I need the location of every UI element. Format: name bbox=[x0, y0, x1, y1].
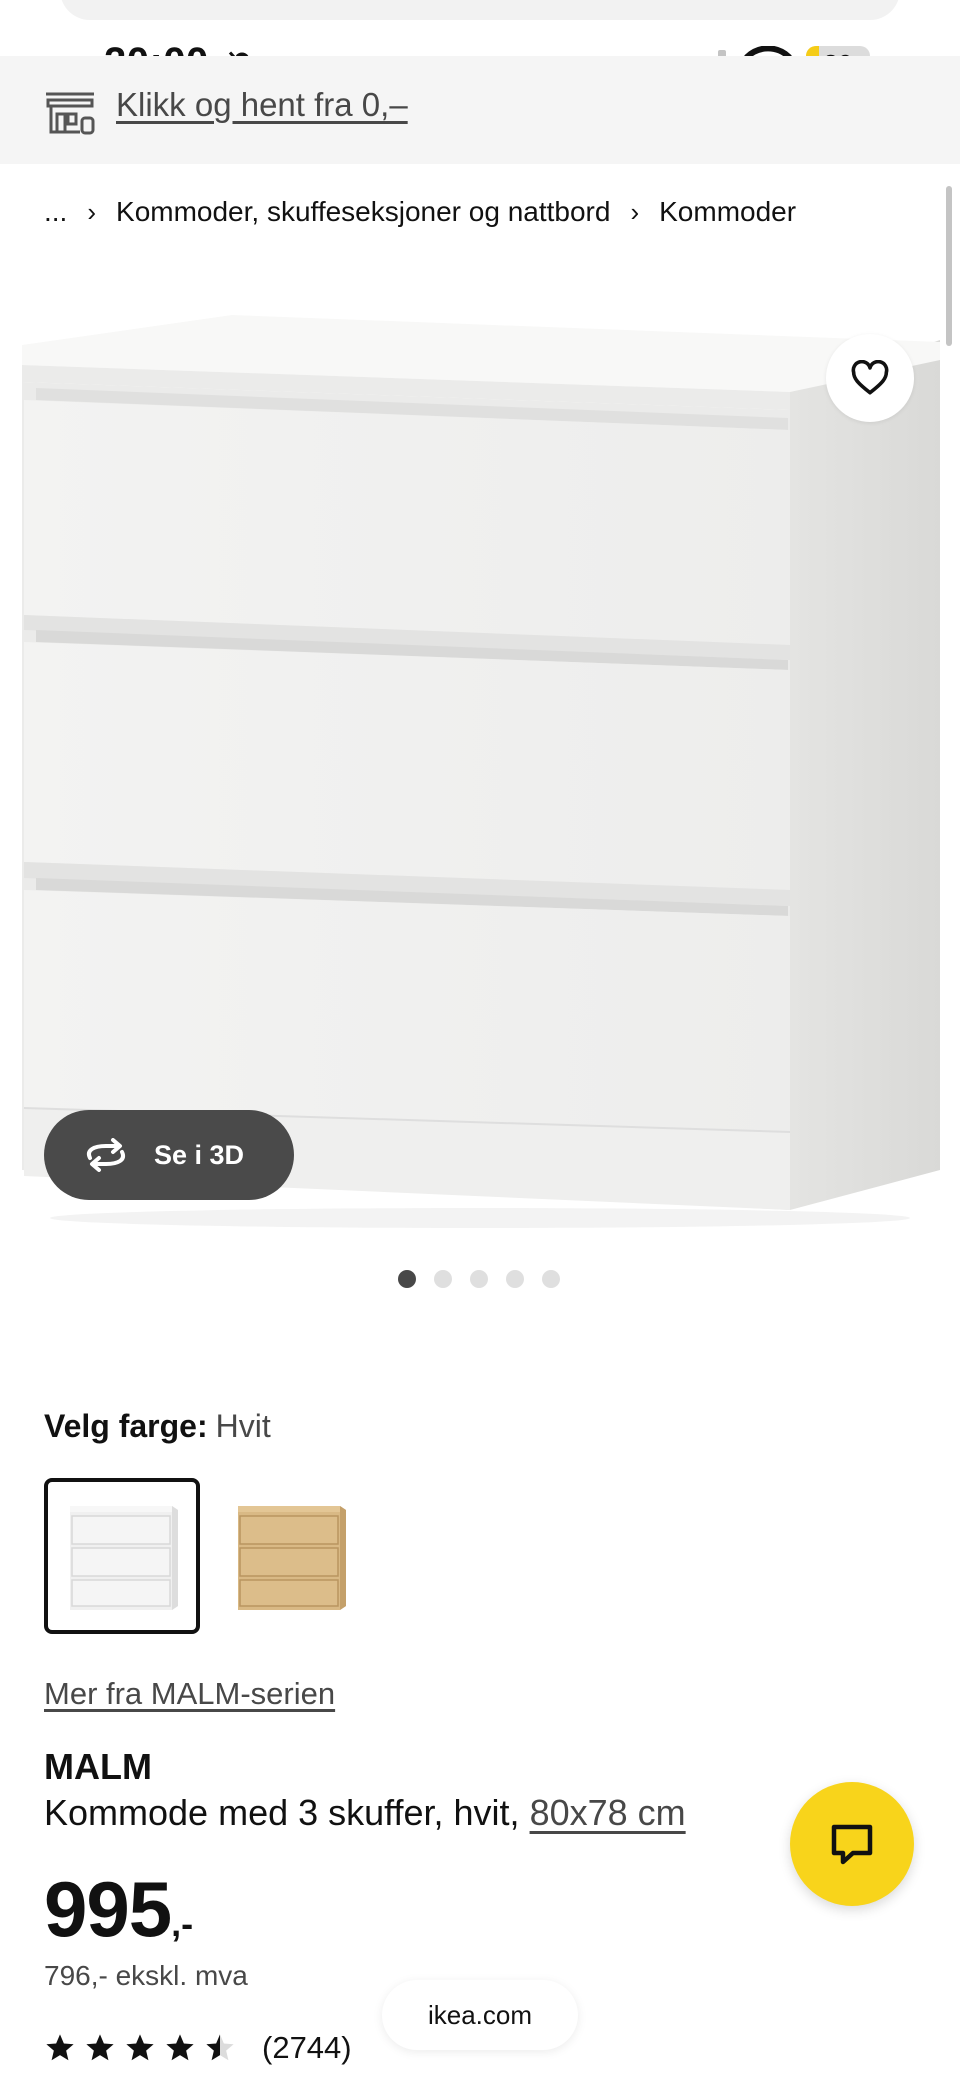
product-dimensions-link[interactable]: 80x78 cm bbox=[530, 1792, 686, 1833]
gallery-pagination bbox=[398, 1270, 560, 1288]
product-price: 995,- bbox=[44, 1864, 193, 1955]
breadcrumb-item-chests-drawers-nightstands[interactable]: Kommoder, skuffeseksjoner og nattbord bbox=[116, 196, 610, 228]
white-dresser-thumbnail bbox=[70, 1506, 178, 1610]
view-in-3d-label: Se i 3D bbox=[154, 1139, 245, 1170]
domain-pill[interactable]: ikea.com bbox=[382, 1980, 578, 2050]
view-in-3d-button[interactable]: Se i 3D bbox=[44, 1110, 294, 1200]
favorite-button[interactable] bbox=[826, 334, 914, 422]
product-image bbox=[22, 315, 940, 1228]
price-integer: 995 bbox=[44, 1865, 172, 1953]
product-name: MALM bbox=[44, 1746, 152, 1787]
store-banner: Klikk og hent fra 0,– bbox=[0, 56, 960, 164]
gallery-dot[interactable] bbox=[398, 1270, 416, 1288]
rotate-3d-icon bbox=[87, 1138, 125, 1172]
gallery-dot[interactable] bbox=[470, 1270, 488, 1288]
click-and-collect-link[interactable]: Klikk og hent fra 0,– bbox=[116, 86, 408, 124]
breadcrumb-ellipsis[interactable]: ... bbox=[44, 196, 67, 228]
chevron-right-icon: › bbox=[87, 196, 97, 227]
color-selector-heading: Velg farge: Hvit bbox=[44, 1408, 271, 1445]
product-gallery[interactable]: Se i 3D bbox=[0, 250, 960, 1240]
series-link[interactable]: Mer fra MALM-serien bbox=[44, 1676, 335, 1712]
gallery-dot[interactable] bbox=[434, 1270, 452, 1288]
star-icon bbox=[206, 2034, 234, 2061]
breadcrumb: ... › Kommoder, skuffeseksjoner og nattb… bbox=[44, 192, 796, 232]
price-ex-vat: 796,- ekskl. mva bbox=[44, 1960, 248, 1991]
gallery-dot[interactable] bbox=[542, 1270, 560, 1288]
star-icon bbox=[126, 2034, 154, 2061]
color-label: Velg farge: bbox=[44, 1408, 208, 1444]
chat-button[interactable] bbox=[790, 1782, 914, 1906]
address-bar-pill bbox=[60, 0, 900, 20]
color-swatch-oak[interactable] bbox=[212, 1478, 368, 1634]
star-icon bbox=[86, 2034, 114, 2061]
store-pickup-icon bbox=[46, 92, 95, 135]
chat-icon bbox=[831, 1824, 873, 1865]
price-suffix: ,- bbox=[171, 1903, 194, 1944]
product-description-text: Kommode med 3 skuffer, hvit, bbox=[44, 1792, 520, 1833]
gallery-dot[interactable] bbox=[506, 1270, 524, 1288]
oak-dresser-thumbnail bbox=[238, 1506, 346, 1610]
breadcrumb-item-chests-of-drawers[interactable]: Kommoder bbox=[659, 196, 796, 228]
star-icon bbox=[166, 2034, 194, 2061]
chevron-right-icon: › bbox=[630, 196, 640, 227]
star-icon bbox=[46, 2034, 74, 2061]
review-count: (2744) bbox=[262, 2030, 352, 2065]
heart-icon bbox=[851, 360, 889, 395]
product-rating[interactable]: (2744) bbox=[44, 2030, 352, 2066]
color-swatch-white[interactable] bbox=[44, 1478, 200, 1634]
color-selected-value: Hvit bbox=[215, 1408, 271, 1444]
product-description: Kommode med 3 skuffer, hvit, 80x78 cm bbox=[44, 1792, 686, 1834]
